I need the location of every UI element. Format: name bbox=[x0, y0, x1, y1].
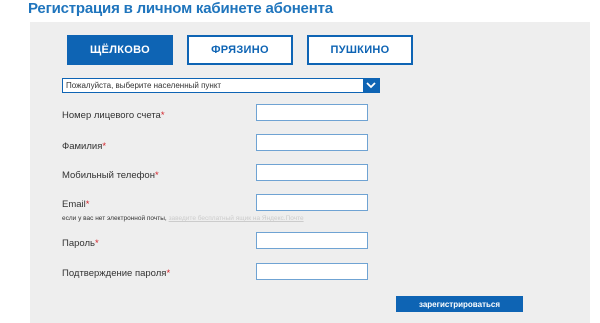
required-mark: * bbox=[154, 170, 159, 181]
email-label: Email* bbox=[62, 199, 90, 210]
surname-label: Фамилия* bbox=[62, 141, 107, 152]
surname-input[interactable] bbox=[256, 134, 368, 151]
required-mark: * bbox=[102, 141, 107, 152]
tab-fryazino[interactable]: ФРЯЗИНО bbox=[187, 35, 293, 65]
registration-form: ЩЁЛКОВО ФРЯЗИНО ПУШКИНО Пожалуйста, выбе… bbox=[30, 22, 590, 323]
phone-input[interactable] bbox=[256, 164, 368, 181]
account-label: Номер лицевого счета* bbox=[62, 110, 165, 121]
page-title: Регистрация в личном кабинете абонента bbox=[28, 0, 333, 17]
password-confirm-input[interactable] bbox=[256, 263, 368, 280]
password-label: Пароль* bbox=[62, 238, 99, 249]
password-confirm-label: Подтверждение пароля* bbox=[62, 268, 171, 279]
required-mark: * bbox=[94, 238, 99, 249]
tab-pushkino[interactable]: ПУШКИНО bbox=[307, 35, 413, 65]
required-mark: * bbox=[160, 110, 165, 121]
account-input[interactable] bbox=[256, 104, 368, 121]
required-mark: * bbox=[166, 268, 171, 279]
email-note: если у вас нет электронной почты, заведи… bbox=[62, 215, 304, 222]
email-input[interactable] bbox=[256, 194, 368, 211]
password-input[interactable] bbox=[256, 232, 368, 249]
yandex-mail-link[interactable]: заведите бесплатный ящик на Яндекс.Почте bbox=[169, 215, 304, 222]
tab-shchelkovo[interactable]: ЩЁЛКОВО bbox=[67, 35, 173, 65]
register-button[interactable]: зарегистрироваться bbox=[396, 296, 523, 312]
phone-label: Мобильный телефон* bbox=[62, 170, 159, 181]
required-mark: * bbox=[85, 199, 90, 210]
locality-select[interactable]: Пожалуйста, выберите населенный пункт bbox=[62, 78, 380, 93]
chevron-down-icon[interactable] bbox=[363, 78, 379, 93]
registration-page: Регистрация в личном кабинете абонента Щ… bbox=[0, 0, 600, 323]
locality-select-value: Пожалуйста, выберите населенный пункт bbox=[66, 81, 222, 90]
